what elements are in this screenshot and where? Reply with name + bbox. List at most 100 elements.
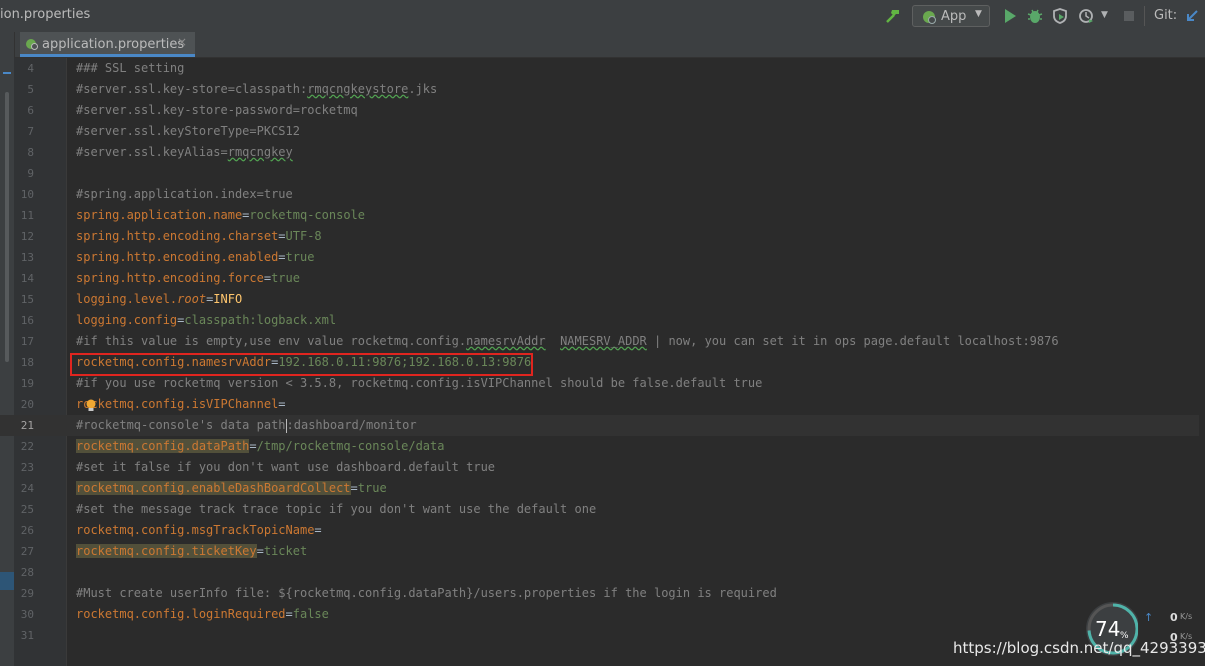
upload-arrow-icon: ↑ [1144, 611, 1154, 624]
hammer-icon[interactable] [884, 7, 902, 25]
line-code: #Must create userInfo file: ${rocketmq.c… [76, 583, 777, 604]
code-token: #server.ssl.key-store-password=rocketmq [76, 103, 358, 117]
code-token: spring.http.encoding.charset [76, 229, 279, 243]
code-line[interactable]: 12 spring.http.encoding.charset=UTF-8 [0, 226, 1205, 247]
code-line[interactable]: 15 logging.level.root=INFO [0, 289, 1205, 310]
line-number: 20 [20, 398, 34, 411]
watermark-text: https://blog.csdn.net/qq_42933931 [953, 639, 1205, 657]
code-token: #if this value is empty,use env value ro… [76, 334, 467, 348]
line-number: 30 [20, 608, 34, 621]
toolbar-divider [1144, 6, 1145, 26]
line-number: 27 [20, 545, 34, 558]
code-line[interactable]: 4 ### SSL setting [0, 58, 1205, 79]
line-number: 14 [20, 272, 34, 285]
code-line[interactable]: 19 #if you use rocketmq version < 3.5.8, … [0, 373, 1205, 394]
tab-label: application.properties [42, 37, 185, 52]
code-line[interactable]: 8 #server.ssl.keyAlias=rmqcngkey [0, 142, 1205, 163]
line-code: spring.http.encoding.enabled=true [76, 247, 314, 268]
code-line[interactable]: 27 rocketmq.config.ticketKey=ticket [0, 541, 1205, 562]
line-code: rocketmq.config.msgTrackTopicName= [76, 520, 322, 541]
run-configuration-selector[interactable]: App ▼ [912, 5, 990, 27]
line-number: 19 [20, 377, 34, 390]
play-icon[interactable] [1001, 7, 1019, 25]
code-line[interactable]: 28 [0, 562, 1205, 583]
annotation-highlight-box [70, 353, 533, 376]
line-number: 11 [20, 209, 34, 222]
line-number: 23 [20, 461, 34, 474]
code-line[interactable]: 7 #server.ssl.keyStoreType=PKCS12 [0, 121, 1205, 142]
code-token: rocketmq.config.ticketKey [76, 544, 257, 558]
code-token: root [177, 292, 207, 306]
line-code: #spring.application.index=true [76, 184, 293, 205]
code-token: UTF-8 [285, 229, 322, 243]
code-line[interactable]: 13 spring.http.encoding.enabled=true [0, 247, 1205, 268]
code-line[interactable]: 26 rocketmq.config.msgTrackTopicName= [0, 520, 1205, 541]
code-token: spring.application.name [76, 208, 243, 222]
code-token: logging.config [76, 313, 178, 327]
profiler-icon[interactable] [1078, 7, 1096, 25]
code-line[interactable]: 22 rocketmq.config.dataPath=/tmp/rocketmq… [0, 436, 1205, 457]
code-line[interactable]: 17 #if this value is empty,use env value … [0, 331, 1205, 352]
upload-speed-unit: K/s [1180, 612, 1193, 621]
line-number: 7 [27, 125, 34, 138]
code-token: = [278, 229, 286, 243]
code-line[interactable]: 29 #Must create userInfo file: ${rocketmq… [0, 583, 1205, 604]
close-icon[interactable]: × [177, 35, 187, 49]
line-number: 6 [27, 104, 34, 117]
code-token: spring.http.encoding.force [76, 271, 264, 285]
code-token: INFO [213, 292, 243, 306]
stop-icon[interactable] [1120, 7, 1138, 25]
code-line[interactable]: 14 spring.http.encoding.force=true [0, 268, 1205, 289]
code-token: = [249, 439, 257, 453]
cpu-percent-value: 74 [1095, 617, 1120, 641]
chevron-down-icon[interactable]: ▼ [1101, 10, 1108, 20]
code-line[interactable]: 11 spring.application.name=rocketmq-conso… [0, 205, 1205, 226]
line-code: #server.ssl.key-store=classpath:rmqcngke… [76, 79, 437, 100]
code-line[interactable]: 10 #spring.application.index=true [0, 184, 1205, 205]
code-token: rmqcngkey [227, 145, 293, 159]
line-number: 15 [20, 293, 34, 306]
code-line[interactable]: 23 #set it false if you don't want use da… [0, 457, 1205, 478]
code-token: rocketmq.config.msgTrackTopicName [76, 523, 315, 537]
code-line[interactable]: 20 rocketmq.config.isVIPChannel= [0, 394, 1205, 415]
network-speed-widget: ↑ 0 K/s 0 K/s [1138, 603, 1198, 644]
line-number: 31 [20, 629, 34, 642]
code-line[interactable]: 5 #server.ssl.key-store=classpath:rmqcngk… [0, 79, 1205, 100]
code-token: #rocketmq-console's data path [76, 418, 286, 432]
line-number: 16 [20, 314, 34, 327]
line-number: 24 [20, 482, 34, 495]
lightbulb-icon[interactable] [85, 399, 97, 413]
line-number: 26 [20, 524, 34, 537]
code-token: rocketmq.config.isVIPChannel [76, 397, 279, 411]
code-line[interactable]: 6 #server.ssl.key-store-password=rocketmq [0, 100, 1205, 121]
title-bar: ion.properties App ▼ ▼ Git: [0, 0, 1205, 33]
code-line[interactable]: 21 #rocketmq-console's data path:dashboar… [0, 415, 1205, 436]
spring-leaf-icon [923, 11, 936, 24]
code-token: ### SSL setting [76, 61, 185, 75]
code-token: | now, you can set it in ops page.defaul… [646, 334, 1059, 348]
line-number: 9 [27, 167, 34, 180]
line-code: spring.http.encoding.charset=UTF-8 [76, 226, 322, 247]
line-code: spring.http.encoding.force=true [76, 268, 300, 289]
upload-speed-value: 0 [1170, 611, 1178, 624]
line-code: rocketmq.config.ticketKey=ticket [76, 541, 307, 562]
window-title: ion.properties [0, 7, 91, 22]
bug-icon[interactable] [1026, 7, 1044, 25]
line-code: rocketmq.config.isVIPChannel= [76, 394, 286, 415]
tab-application-properties[interactable]: application.properties × [20, 32, 195, 57]
code-token: ticket [263, 544, 308, 558]
code-token: #Must create userInfo file: ${rocketmq.c… [76, 586, 777, 600]
code-token: rmqcngkeystore [307, 82, 409, 96]
code-line[interactable]: 9 [0, 163, 1205, 184]
code-line[interactable]: 16 logging.config=classpath:logback.xml [0, 310, 1205, 331]
line-number: 8 [27, 146, 34, 159]
code-line[interactable]: 30 rocketmq.config.loginRequired=false [0, 604, 1205, 625]
line-code: rocketmq.config.dataPath=/tmp/rocketmq-c… [76, 436, 444, 457]
code-line[interactable]: 25 #set the message track trace topic if … [0, 499, 1205, 520]
code-token: #set it false if you don't want use dash… [76, 460, 496, 474]
arrow-down-left-icon[interactable] [1183, 7, 1201, 25]
code-line[interactable]: 24 rocketmq.config.enableDashBoardCollect… [0, 478, 1205, 499]
editor-vertical-scrollbar[interactable] [1199, 58, 1205, 666]
shield-run-icon[interactable] [1051, 7, 1069, 25]
line-code: rocketmq.config.loginRequired=false [76, 604, 329, 625]
